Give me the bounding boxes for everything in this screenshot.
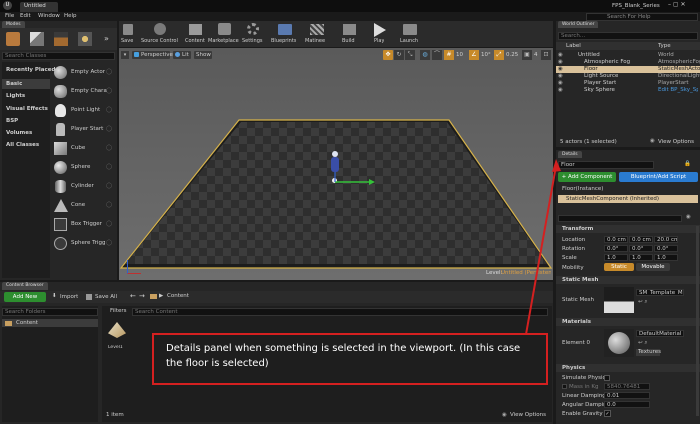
annotation-text: Details panel when something is selected… [166,343,521,369]
annotation-box: Details panel when something is selected… [152,333,548,385]
